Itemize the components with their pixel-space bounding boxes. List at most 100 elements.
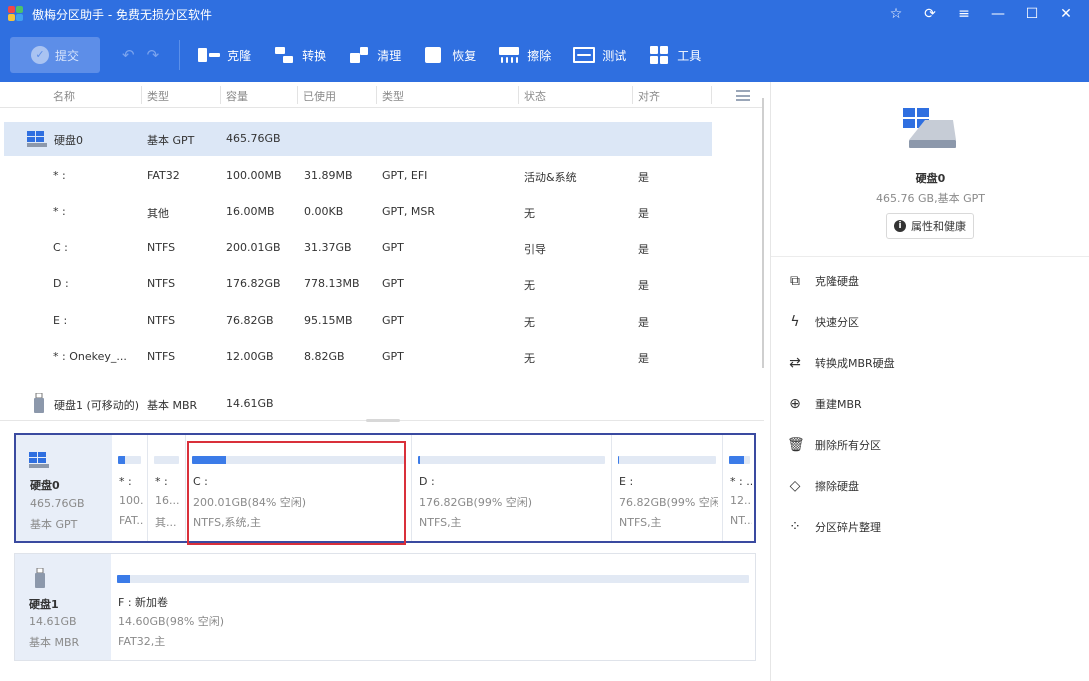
- action-clone-disk[interactable]: ⧉ 克隆硬盘: [787, 269, 859, 293]
- rebuild-icon: ⊕: [789, 396, 801, 412]
- resize-handle[interactable]: [366, 419, 400, 422]
- commit-button[interactable]: ✓ 提交: [10, 37, 100, 73]
- tool-wipe-button[interactable]: 擦除: [498, 45, 551, 65]
- partition-row[interactable]: * : FAT32 100.00MB 31.89MB GPT, EFI 活动&系统 是: [4, 159, 712, 193]
- partition-fs: NTFS,主: [619, 516, 662, 529]
- partition-block[interactable]: D : 176.82GB(99% 空闲) NTFS,主: [412, 435, 612, 541]
- column-header-type[interactable]: 类型: [147, 88, 169, 104]
- tool-clone-button[interactable]: 克隆: [198, 45, 251, 65]
- action-label: 擦除硬盘: [815, 480, 859, 493]
- usb-drive-icon: [35, 568, 45, 588]
- usage-bar-fill: [418, 456, 420, 464]
- partition-row[interactable]: * : Onekey_... NTFS 12.00GB 8.82GB GPT 无 是: [4, 340, 712, 374]
- action-trash[interactable]: 🗑 删除所有分区: [787, 433, 881, 457]
- row-fstype: GPT: [382, 241, 404, 254]
- partition-fs: FAT32,主: [118, 635, 166, 648]
- clone-disk-icon: ⧉: [790, 273, 800, 289]
- tool-test-button[interactable]: 测试: [573, 45, 626, 65]
- usage-bar-fill: [618, 456, 619, 464]
- tool-recover-button[interactable]: 恢复: [423, 45, 476, 65]
- column-header-status[interactable]: 状态: [524, 88, 546, 104]
- row-capacity: 465.76GB: [226, 132, 281, 145]
- row-capacity: 100.00MB: [226, 169, 282, 182]
- partition-block[interactable]: F : 新加卷 14.60GB(98% 空闲) FAT32,主: [111, 554, 755, 660]
- favorite-icon[interactable]: ☆: [879, 0, 913, 28]
- check-icon: ✓: [30, 46, 49, 64]
- usage-bar-fill: [118, 456, 126, 464]
- row-capacity: 14.61GB: [226, 397, 274, 410]
- convert-icon: [273, 45, 295, 65]
- action-label: 删除所有分区: [815, 439, 881, 452]
- row-type: NTFS: [147, 350, 176, 363]
- partition-fs: NT...: [730, 514, 752, 527]
- tool-tools-button[interactable]: 工具: [648, 45, 701, 65]
- usage-bar: [618, 456, 716, 464]
- refresh-icon[interactable]: ⟳: [913, 0, 947, 28]
- tool-convert-button[interactable]: 转换: [273, 45, 326, 65]
- disk0-map[interactable]: 硬盘0 465.76GB 基本 GPT * : 100... FAT... * : 16…: [14, 433, 756, 543]
- partition-row[interactable]: * : 其他 16.00MB 0.00KB GPT, MSR 无 是: [4, 195, 712, 229]
- partition-block[interactable]: E : 76.82GB(99% 空闲) NTFS,主: [612, 435, 723, 541]
- vertical-scrollbar[interactable]: [762, 98, 764, 368]
- partition-row[interactable]: D : NTFS 176.82GB 778.13MB GPT 无 是: [4, 267, 712, 301]
- disk-row[interactable]: 硬盘0 基本 GPT 465.76GB: [4, 122, 712, 156]
- disk0-info[interactable]: 硬盘0 465.76GB 基本 GPT: [16, 435, 112, 541]
- usage-bar: [118, 456, 141, 464]
- row-type: NTFS: [147, 241, 176, 254]
- row-name: * :: [53, 205, 66, 218]
- tool-label: 转换: [302, 48, 327, 63]
- disk-row[interactable]: 硬盘1 (可移动的) 基本 MBR 14.61GB: [4, 387, 712, 421]
- partition-block[interactable]: * : ... 12... NT...: [723, 435, 756, 541]
- partition-capacity: 76.82GB(99% 空闲): [619, 496, 718, 509]
- wipe-icon: [498, 45, 520, 65]
- disk0-size: 465.76GB: [30, 497, 85, 510]
- undo-button[interactable]: ↶: [122, 46, 135, 64]
- column-header-name[interactable]: 名称: [53, 88, 75, 104]
- menu-icon[interactable]: ≡: [947, 0, 981, 28]
- health-label: 属性和健康: [911, 220, 966, 233]
- row-fstype: GPT: [382, 314, 404, 327]
- partition-capacity: 12...: [730, 494, 752, 507]
- minimize-button[interactable]: —: [981, 0, 1015, 28]
- column-header-fstype[interactable]: 类型: [382, 88, 404, 104]
- operations-panel: 硬盘0 465.76 GB,基本 GPT i 属性和健康 ⧉ 克隆硬盘 ϟ 快速分区 ⇄…: [770, 82, 1089, 681]
- row-align: 是: [638, 171, 649, 184]
- column-settings-icon[interactable]: [736, 90, 750, 101]
- column-header-capacity[interactable]: 容量: [226, 88, 248, 104]
- row-align: 是: [638, 243, 649, 256]
- row-name: * : Onekey_...: [53, 350, 127, 363]
- partition-capacity: 14.60GB(98% 空闲): [118, 615, 225, 628]
- partition-block[interactable]: * : 100... FAT...: [112, 435, 148, 541]
- disk0-type: 基本 GPT: [30, 518, 78, 531]
- action-lightning[interactable]: ϟ 快速分区: [787, 310, 859, 334]
- partition-block[interactable]: * : 16... 其...: [148, 435, 186, 541]
- app-logo-icon: [8, 6, 24, 22]
- usb-drive-icon: [34, 393, 44, 413]
- close-button[interactable]: ✕: [1049, 0, 1083, 28]
- row-used: 778.13MB: [304, 277, 360, 290]
- action-convert[interactable]: ⇄ 转换成MBR硬盘: [787, 351, 895, 375]
- partition-block[interactable]: C : 200.01GB(84% 空闲) NTFS,系统,主: [186, 435, 412, 541]
- disk1-info[interactable]: 硬盘1 14.61GB 基本 MBR: [15, 554, 111, 660]
- maximize-button[interactable]: ☐: [1015, 0, 1049, 28]
- row-capacity: 76.82GB: [226, 314, 274, 327]
- partition-fs: FAT...: [119, 514, 143, 527]
- redo-button[interactable]: ↷: [147, 46, 160, 64]
- tool-clean-button[interactable]: 清理: [348, 45, 401, 65]
- tool-label: 清理: [377, 48, 402, 63]
- partition-row[interactable]: C : NTFS 200.01GB 31.37GB GPT 引导 是: [4, 231, 712, 265]
- row-type: NTFS: [147, 277, 176, 290]
- column-header-align[interactable]: 对齐: [638, 88, 660, 104]
- column-header-used[interactable]: 已使用: [303, 88, 336, 104]
- action-defrag[interactable]: ⁘ 分区碎片整理: [787, 515, 881, 539]
- disk1-map[interactable]: 硬盘1 14.61GB 基本 MBR F : 新加卷 14.60GB(98% 空闲…: [14, 553, 756, 661]
- properties-health-button[interactable]: i 属性和健康: [886, 213, 974, 239]
- row-fstype: GPT: [382, 277, 404, 290]
- usage-bar: [117, 575, 749, 583]
- row-fstype: GPT, MSR: [382, 205, 435, 218]
- partition-row[interactable]: E : NTFS 76.82GB 95.15MB GPT 无 是: [4, 304, 712, 338]
- action-label: 转换成MBR硬盘: [815, 357, 895, 370]
- action-rebuild[interactable]: ⊕ 重建MBR: [787, 392, 862, 416]
- row-status: 引导: [524, 243, 546, 256]
- action-eraser[interactable]: ◇ 擦除硬盘: [787, 474, 859, 498]
